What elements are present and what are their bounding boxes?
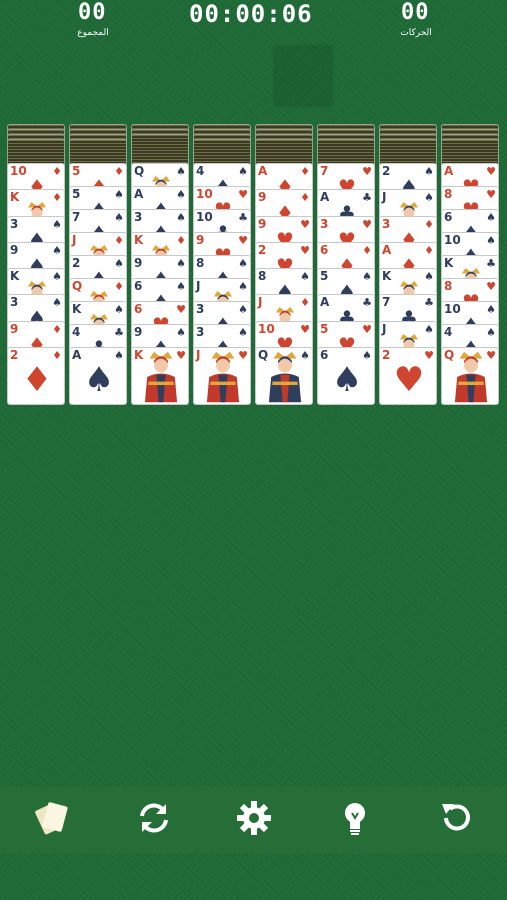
playing-card[interactable]: K♥♥ (131, 347, 189, 405)
cards-deck-button[interactable] (31, 796, 75, 840)
heart-pip-icon: ♥ (393, 360, 425, 400)
score-bar: 00 المجموع 00:00:06 00 الحركات (0, 0, 507, 50)
timer: 00:00:06 (189, 0, 313, 28)
card-rank: J (382, 321, 387, 336)
foundation-slot[interactable] (273, 45, 333, 107)
score-value: 00 (78, 0, 107, 25)
spade-pip-icon: ♠ (331, 360, 363, 400)
undo-icon (434, 796, 478, 840)
spade-pip-icon: ♠ (83, 360, 115, 400)
playing-card[interactable]: 2 ♥ ♥ (379, 347, 437, 405)
court-figure-icon (448, 350, 494, 404)
diamond-icon: ♦ (52, 349, 62, 362)
refresh-button[interactable] (132, 796, 176, 840)
card-rank: J (72, 233, 77, 247)
cards-deck-icon (31, 796, 75, 840)
playing-card[interactable]: A♠♠ (69, 347, 127, 405)
court-figure-icon (138, 350, 184, 404)
heart-icon: ♥ (424, 349, 434, 362)
card-rank: 2 (382, 348, 391, 362)
moves-value: 00 (401, 0, 430, 25)
playing-card[interactable]: 2 ♦ ♦ (7, 347, 65, 405)
score-label: المجموع (77, 28, 109, 38)
lightbulb-icon (333, 796, 377, 840)
card-rank: J (382, 190, 387, 205)
card-rank: A (72, 348, 82, 362)
playing-card[interactable]: J♥♥ (193, 347, 251, 405)
card-rank: J (196, 279, 201, 293)
tableau: 10♦♦K♦♦3♠♠9♠♠K♠♠3♠♠9♦♦2♦♦5♦♦5♠♠7♠♠J♦♦2♠♠… (0, 124, 507, 414)
lightbulb-button[interactable] (333, 796, 377, 840)
playing-card[interactable]: Q♠♠ (255, 347, 313, 405)
spade-icon: ♠ (114, 349, 124, 362)
playing-card[interactable]: 6♠♠ (317, 347, 375, 405)
card-rank: J (258, 295, 263, 310)
playing-card[interactable]: Q♥♥ (441, 347, 499, 405)
moves-label: الحركات (400, 28, 432, 38)
gear-button[interactable] (232, 796, 276, 840)
card-rank: 2 (10, 348, 19, 362)
undo-button[interactable] (434, 796, 478, 840)
refresh-icon (132, 796, 176, 840)
diamond-pip-icon: ♦ (21, 360, 53, 400)
spade-icon: ♠ (362, 349, 372, 362)
court-figure-icon (262, 350, 308, 404)
card-rank: 6 (320, 348, 329, 362)
bottom-toolbar (0, 786, 507, 854)
gear-icon (232, 796, 276, 840)
court-figure-icon (200, 350, 246, 404)
